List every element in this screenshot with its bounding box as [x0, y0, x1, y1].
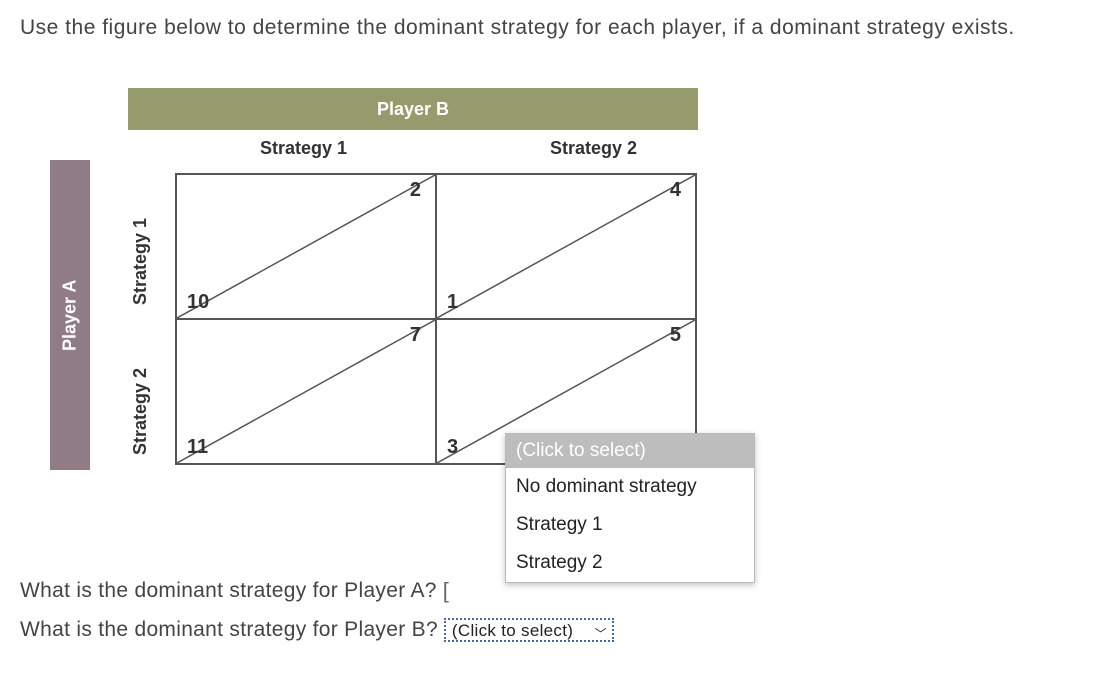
question-a-text: What is the dominant strategy for Player…: [20, 579, 437, 603]
row-strategy-1: Strategy 1: [130, 218, 151, 305]
select-a-placeholder-edge[interactable]: [: [443, 578, 449, 604]
col-strategy-1: Strategy 1: [260, 138, 347, 159]
payoff-grid: 2 10 4 1 7 11 5 3: [175, 173, 697, 465]
cell-r1c1: 2 10: [176, 174, 436, 319]
dropdown-menu-open[interactable]: (Click to select) No dominant strategy S…: [505, 433, 755, 583]
dropdown-option-strategy-1[interactable]: Strategy 1: [506, 506, 754, 544]
payoff-a-r2c1: 11: [187, 436, 208, 459]
payoff-a-r1c1: 10: [187, 291, 209, 314]
select-player-b[interactable]: (Click to select) ﹀: [444, 618, 614, 642]
dropdown-option-no-dominant[interactable]: No dominant strategy: [506, 468, 754, 506]
chevron-down-icon: ﹀: [595, 625, 607, 643]
question-b-text: What is the dominant strategy for Player…: [20, 618, 438, 642]
payoff-b-r1c1: 2: [410, 179, 421, 202]
payoff-b-r1c2: 4: [670, 179, 681, 202]
payoff-b-r2c2: 5: [670, 324, 681, 347]
row-strategy-2: Strategy 2: [130, 368, 151, 455]
player-a-label: Player A: [50, 160, 90, 470]
cell-r2c1: 7 11: [176, 319, 436, 464]
payoff-a-r1c2: 1: [447, 291, 458, 314]
col-strategy-2: Strategy 2: [550, 138, 637, 159]
payoff-matrix-figure: Player A Player B Strategy 1 Strategy 2 …: [50, 88, 1090, 488]
dropdown-header[interactable]: (Click to select): [506, 434, 754, 468]
cell-r1c2: 4 1: [436, 174, 696, 319]
select-player-b-value: (Click to select): [452, 621, 573, 640]
questions-block: What is the dominant strategy for Player…: [20, 578, 1090, 642]
player-b-label: Player B: [128, 88, 698, 130]
dropdown-option-strategy-2[interactable]: Strategy 2: [506, 544, 754, 582]
payoff-b-r2c1: 7: [410, 324, 421, 347]
question-prompt: Use the figure below to determine the do…: [20, 16, 1090, 40]
payoff-a-r2c2: 3: [447, 436, 458, 459]
